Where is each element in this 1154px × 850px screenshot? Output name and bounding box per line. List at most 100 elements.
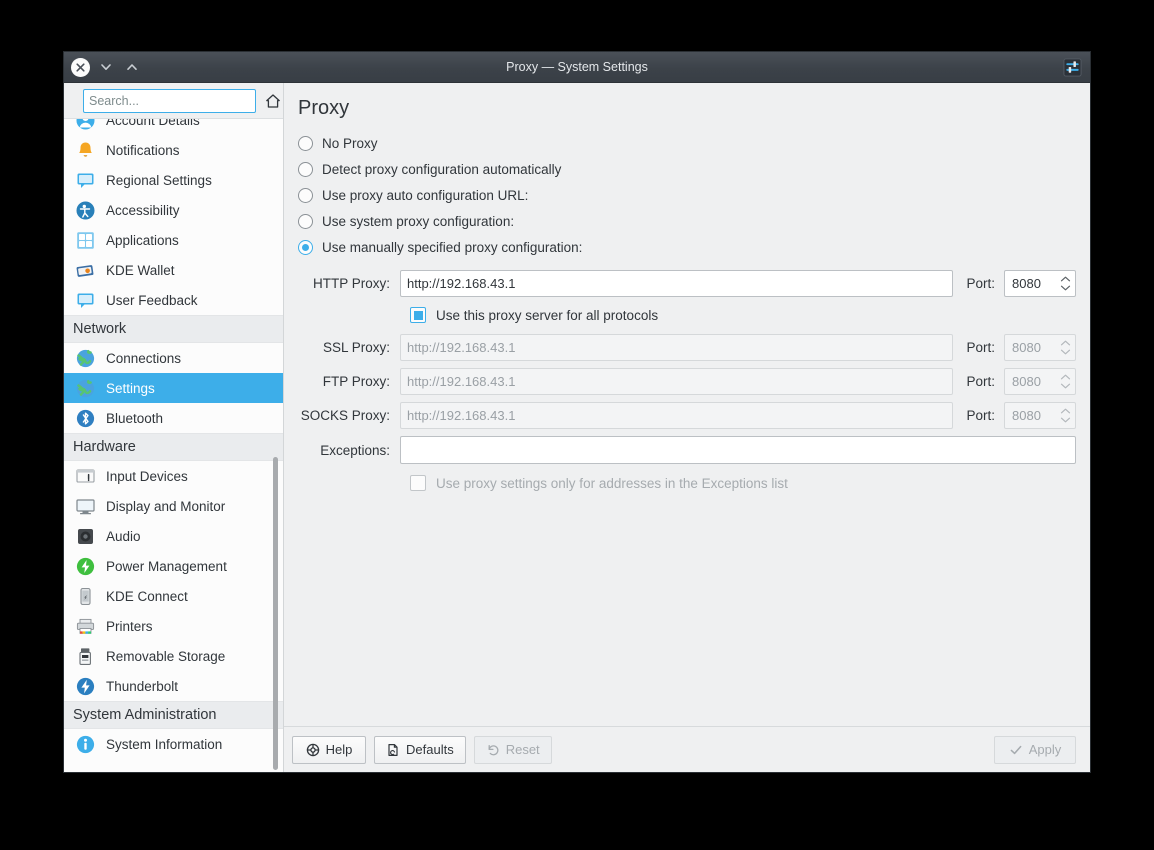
kde-wallet-icon — [75, 260, 96, 281]
titlebar-right — [1063, 58, 1090, 77]
sidebar-item-label: Applications — [106, 233, 179, 248]
exceptions-input[interactable] — [400, 436, 1076, 464]
radio-button[interactable] — [298, 136, 313, 151]
sidebar-item-label: Regional Settings — [106, 173, 212, 188]
sidebar-item-label: Audio — [106, 529, 141, 544]
user-feedback-icon — [75, 290, 96, 311]
sidebar-item-notifications[interactable]: Notifications — [64, 135, 283, 165]
sidebar-item-regional-settings[interactable]: Regional Settings — [64, 165, 283, 195]
sidebar-item-thunderbolt[interactable]: Thunderbolt — [64, 671, 283, 701]
socks-port-spinner — [1004, 402, 1076, 429]
globe-icon — [75, 348, 96, 369]
sidebar-item-system-information[interactable]: System Information — [64, 729, 283, 759]
http-proxy-input[interactable] — [400, 270, 953, 297]
page-title: Proxy — [298, 97, 1076, 120]
ssl-proxy-input — [400, 334, 953, 361]
ssl-port-input — [1005, 340, 1058, 355]
sidebar-item-settings[interactable]: Settings — [64, 373, 283, 403]
sidebar-item-label: Accessibility — [106, 203, 180, 218]
sidebar-item-label: Thunderbolt — [106, 679, 178, 694]
socks-proxy-row: SOCKS Proxy: Port: — [292, 398, 1076, 432]
spinner-arrows-icon[interactable] — [1058, 276, 1075, 291]
sidebar: Account Details Notifications Regional Set… — [64, 83, 284, 772]
socks-proxy-label: SOCKS Proxy: — [292, 408, 400, 423]
radio-option-3[interactable]: Use system proxy configuration: — [292, 208, 1076, 234]
http-port-input[interactable] — [1005, 276, 1058, 291]
bluetooth-icon — [75, 408, 96, 429]
sidebar-item-accessibility[interactable]: Accessibility — [64, 195, 283, 225]
display-monitor-icon — [75, 496, 96, 517]
exceptions-only-checkbox — [410, 475, 426, 491]
sidebar-item-kde-wallet[interactable]: KDE Wallet — [64, 255, 283, 285]
sidebar-item-account-details[interactable]: Account Details — [64, 119, 283, 135]
spinner-arrows-icon — [1058, 340, 1075, 355]
ftp-port-label: Port: — [953, 374, 1004, 389]
radio-button[interactable] — [298, 240, 313, 255]
sidebar-item-audio[interactable]: Audio — [64, 521, 283, 551]
http-proxy-row: HTTP Proxy: Port: — [292, 266, 1076, 300]
sidebar-item-printers[interactable]: Printers — [64, 611, 283, 641]
sidebar-section-header: System Administration — [64, 701, 283, 729]
radio-button[interactable] — [298, 214, 313, 229]
globe-icon — [75, 378, 96, 399]
sidebar-item-user-feedback[interactable]: User Feedback — [64, 285, 283, 315]
home-icon[interactable] — [265, 91, 281, 111]
radio-label: Use system proxy configuration: — [322, 214, 514, 229]
all-protocols-checkbox[interactable] — [410, 307, 426, 323]
sidebar-item-label: System Information — [106, 737, 222, 752]
sidebar-item-label: Connections — [106, 351, 181, 366]
sidebar-scrollbar[interactable] — [272, 119, 279, 772]
ftp-port-input — [1005, 374, 1058, 389]
radio-option-1[interactable]: Detect proxy configuration automatically — [292, 156, 1076, 182]
sidebar-nav-list[interactable]: Account Details Notifications Regional Set… — [64, 119, 283, 772]
chevron-up-icon[interactable] — [122, 57, 142, 77]
radio-label: Use manually specified proxy configurati… — [322, 240, 582, 255]
reset-button-label: Reset — [506, 742, 540, 757]
sidebar-item-power-management[interactable]: Power Management — [64, 551, 283, 581]
ftp-proxy-label: FTP Proxy: — [292, 374, 400, 389]
ssl-proxy-label: SSL Proxy: — [292, 340, 400, 355]
radio-button[interactable] — [298, 188, 313, 203]
account-details-icon — [75, 119, 96, 131]
proxy-mode-radio-group[interactable]: No ProxyDetect proxy configuration autom… — [292, 130, 1076, 260]
notifications-bell-icon — [75, 140, 96, 161]
close-icon[interactable] — [71, 58, 90, 77]
thunderbolt-icon — [75, 676, 96, 697]
kde-connect-phone-icon — [75, 586, 96, 607]
ftp-port-spinner — [1004, 368, 1076, 395]
defaults-button[interactable]: Defaults — [374, 736, 466, 764]
help-button[interactable]: Help — [292, 736, 366, 764]
chevron-down-icon[interactable] — [96, 57, 116, 77]
sidebar-item-display-and-monitor[interactable]: Display and Monitor — [64, 491, 283, 521]
ftp-proxy-row: FTP Proxy: Port: — [292, 364, 1076, 398]
sidebar-item-input-devices[interactable]: Input Devices — [64, 461, 283, 491]
sidebar-scrollbar-thumb[interactable] — [273, 457, 278, 770]
exceptions-only-label: Use proxy settings only for addresses in… — [436, 476, 788, 491]
radio-option-2[interactable]: Use proxy auto configuration URL: — [292, 182, 1076, 208]
sidebar-item-removable-storage[interactable]: Removable Storage — [64, 641, 283, 671]
proxy-form: HTTP Proxy: Port: — [292, 266, 1076, 498]
main-content: Proxy No ProxyDetect proxy configuration… — [284, 83, 1090, 772]
printer-icon — [75, 616, 96, 637]
search-input[interactable] — [83, 89, 256, 113]
http-port-spinner[interactable] — [1004, 270, 1076, 297]
all-protocols-checkbox-row[interactable]: Use this proxy server for all protocols — [292, 300, 1076, 330]
window-titlebar[interactable]: Proxy — System Settings — [64, 52, 1090, 83]
sidebar-item-applications[interactable]: Applications — [64, 225, 283, 255]
help-icon — [306, 743, 320, 757]
defaults-button-label: Defaults — [406, 742, 454, 757]
sidebar-item-label: Account Details — [106, 119, 200, 128]
radio-option-4[interactable]: Use manually specified proxy configurati… — [292, 234, 1076, 260]
window-body: Account Details Notifications Regional Set… — [64, 83, 1090, 772]
sidebar-item-bluetooth[interactable]: Bluetooth — [64, 403, 283, 433]
footer-button-bar: Help Defaults — [284, 726, 1090, 772]
socks-port-input — [1005, 408, 1058, 423]
help-button-label: Help — [326, 742, 353, 757]
sidebar-item-kde-connect[interactable]: KDE Connect — [64, 581, 283, 611]
radio-button[interactable] — [298, 162, 313, 177]
window-title: Proxy — System Settings — [64, 60, 1090, 74]
sidebar-item-label: Notifications — [106, 143, 180, 158]
sidebar-item-label: Printers — [106, 619, 153, 634]
sidebar-item-connections[interactable]: Connections — [64, 343, 283, 373]
radio-option-0[interactable]: No Proxy — [292, 130, 1076, 156]
